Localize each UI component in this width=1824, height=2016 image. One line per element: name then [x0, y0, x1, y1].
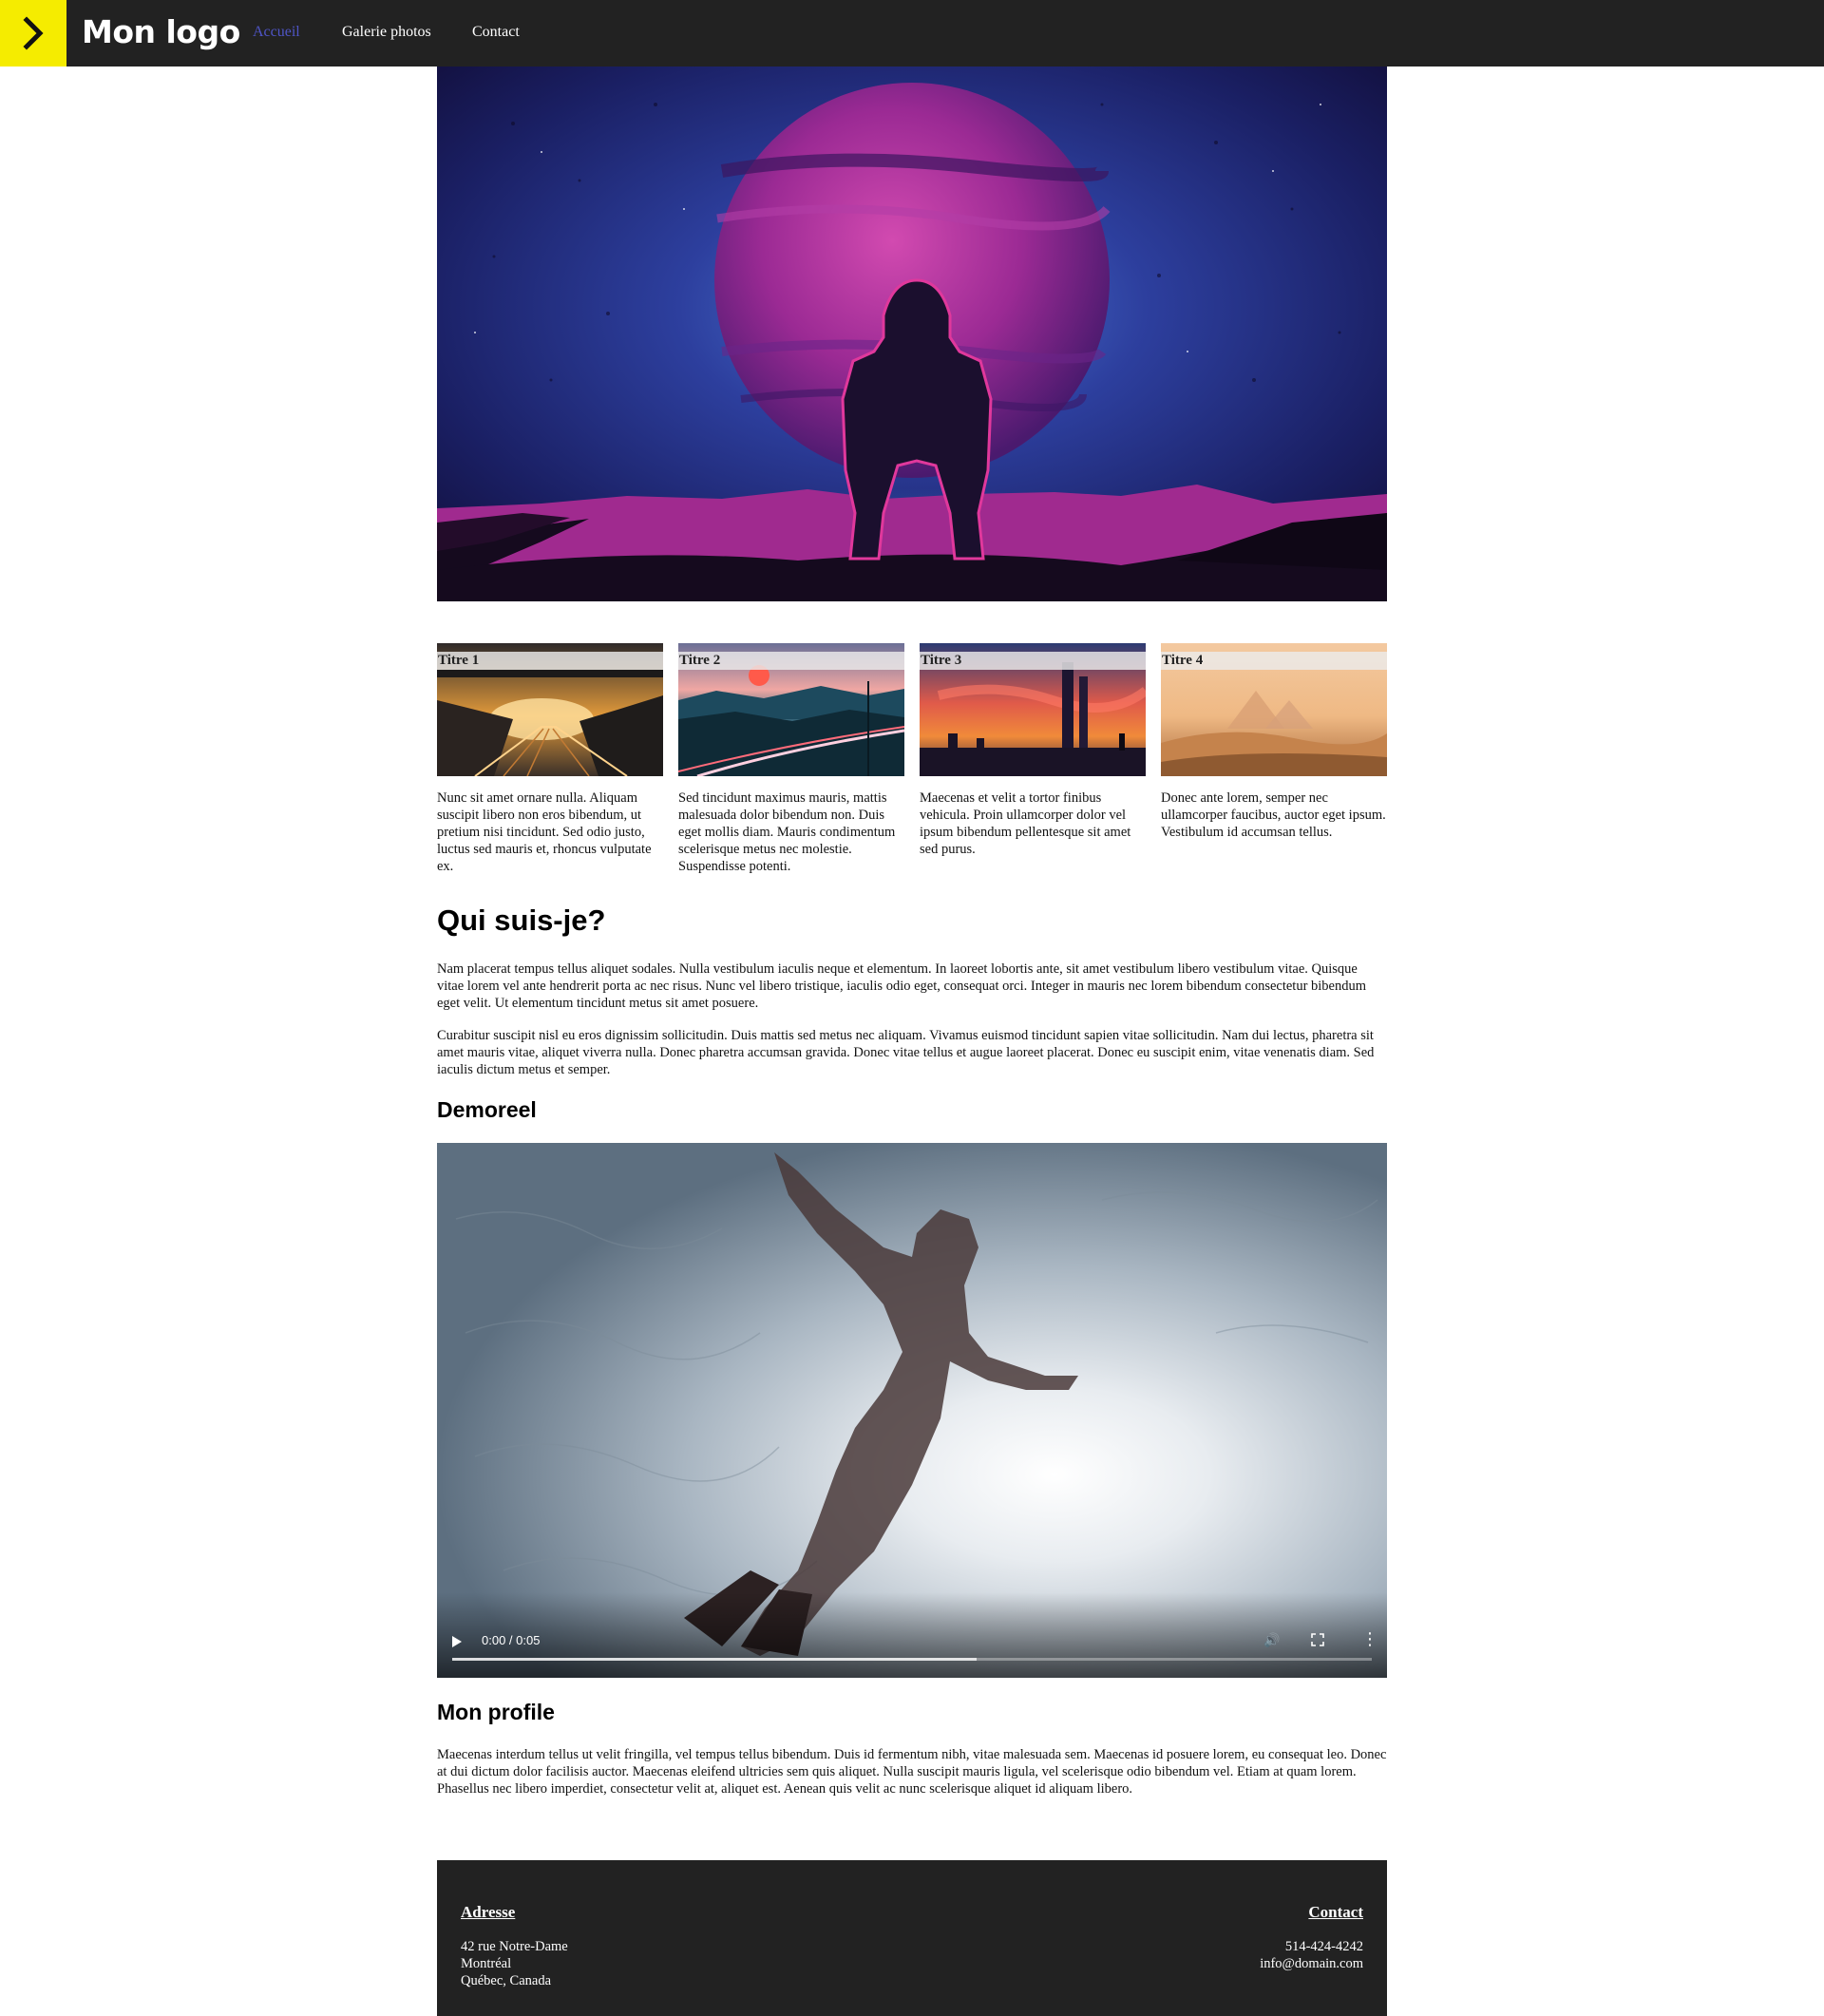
card-3-text: Maecenas et velit a tortor finibus vehic… — [920, 790, 1131, 857]
more-options-icon[interactable]: ⋮ — [1361, 1630, 1378, 1649]
card-4-title: Titre 4 — [1161, 652, 1387, 670]
card-4-text: Donec ante lorem, semper nec ullamcorper… — [1161, 790, 1386, 840]
about-paragraph-2: Curabitur suscipit nisl eu eros dignissi… — [437, 1028, 1375, 1077]
footer-address: 42 rue Notre-Dame Montréal Québec, Canad… — [461, 1938, 568, 1989]
about-heading: Qui suis-je? — [437, 903, 606, 937]
footer-address-line: Montréal — [461, 1956, 512, 1971]
footer-address-line: 42 rue Notre-Dame — [461, 1939, 568, 1954]
hero-image-astronaut-planet — [437, 67, 1387, 601]
nav-link-contact[interactable]: Contact — [472, 21, 520, 44]
card-2-image-highway-sunset: Titre 2 — [678, 643, 904, 776]
card-3-title: Titre 3 — [920, 652, 1146, 670]
card-2-text: Sed tincidunt maximus mauris, mattis mal… — [678, 790, 896, 874]
chevron-right-icon — [23, 16, 44, 50]
card-1-title: Titre 1 — [437, 652, 663, 670]
demoreel-heading: Demoreel — [437, 1097, 537, 1122]
video-buffered-bar — [452, 1658, 977, 1661]
card-1[interactable]: Titre 1 Nunc sit amet ornare nulla. Aliq… — [437, 643, 663, 875]
volume-icon[interactable]: 🔊 — [1264, 1633, 1280, 1648]
demoreel-video-player[interactable]: 0:00 / 0:05 🔊 ⋮ — [437, 1143, 1387, 1678]
video-progress-bar[interactable] — [452, 1658, 1372, 1661]
footer-contact: 514-424-4242 info@domain.com — [1260, 1938, 1363, 1972]
about-paragraph-1: Nam placerat tempus tellus aliquet sodal… — [437, 961, 1367, 1011]
profile-heading: Mon profile — [437, 1700, 555, 1724]
card-1-text: Nunc sit amet ornare nulla. Aliquam susc… — [437, 790, 652, 874]
card-2[interactable]: Titre 2 Sed tincidunt maximus mauris, ma… — [678, 643, 904, 875]
card-3[interactable]: Titre 3 Maecenas et velit a tortor finib… — [920, 643, 1146, 858]
profile-paragraph: Maecenas interdum tellus ut velit fringi… — [437, 1747, 1387, 1797]
fullscreen-icon[interactable] — [1311, 1633, 1324, 1646]
footer-email[interactable]: info@domain.com — [1260, 1955, 1363, 1972]
footer: Adresse 42 rue Notre-Dame Montréal Québe… — [437, 1860, 1387, 2016]
top-navigation-bar: Mon logo Accueil Galerie photos Contact — [0, 0, 1824, 67]
logo-chevron-icon[interactable] — [0, 0, 66, 67]
video-time: 0:00 / 0:05 — [482, 1633, 541, 1647]
footer-address-heading: Adresse — [461, 1903, 516, 1921]
footer-address-line: Québec, Canada — [461, 1973, 552, 1988]
play-icon[interactable] — [452, 1636, 462, 1647]
card-2-title: Titre 2 — [678, 652, 904, 670]
card-1-image-train-station: Titre 1 — [437, 643, 663, 776]
card-4[interactable]: Titre 4 Donec ante lorem, semper nec ull… — [1161, 643, 1387, 841]
video-controls: 0:00 / 0:05 🔊 ⋮ — [437, 1592, 1387, 1678]
footer-contact-heading: Contact — [1308, 1903, 1363, 1921]
footer-phone[interactable]: 514-424-4242 — [1260, 1938, 1363, 1955]
nav-link-galerie-photos[interactable]: Galerie photos — [342, 21, 431, 44]
card-3-image-city-sunset: Titre 3 — [920, 643, 1146, 776]
site-logo[interactable]: Mon logo — [82, 11, 240, 53]
nav-link-accueil[interactable]: Accueil — [253, 21, 300, 44]
card-4-image-desert-pyramids: Titre 4 — [1161, 643, 1387, 776]
